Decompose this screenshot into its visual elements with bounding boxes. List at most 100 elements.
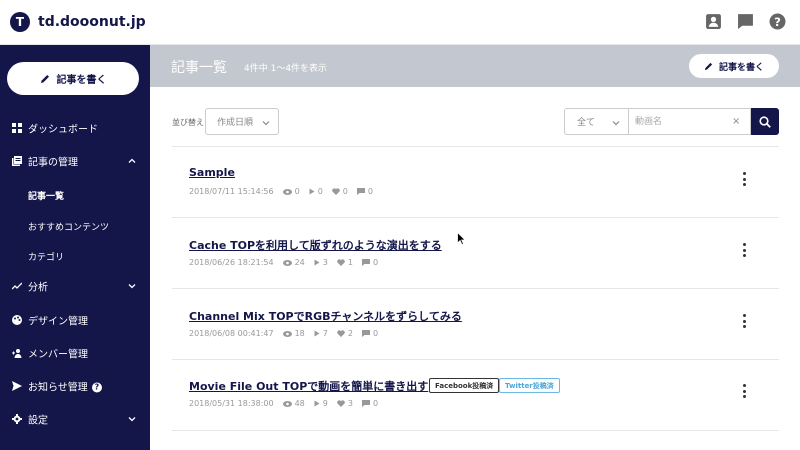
sort-label: 並び替え bbox=[172, 118, 204, 127]
comment-count: 0 bbox=[356, 187, 373, 196]
comment-count-value: 0 bbox=[372, 258, 379, 267]
comment-icon bbox=[361, 259, 370, 266]
divider bbox=[172, 288, 779, 289]
more-options-icon[interactable] bbox=[742, 172, 746, 186]
eye-icon bbox=[282, 400, 292, 407]
sidebar-item-label: お知らせ管理? bbox=[28, 379, 102, 394]
sidebar-item-label: 分析 bbox=[28, 282, 48, 294]
sidebar-item-articles[interactable]: 記事の管理 bbox=[0, 153, 150, 169]
top-bar: T td.dooonut.jp ? bbox=[0, 0, 800, 45]
play-count: 3 bbox=[314, 258, 328, 267]
sidebar-item-analytics[interactable]: 分析 bbox=[0, 278, 150, 294]
article-date: 2018/05/31 18:38:00 bbox=[189, 399, 274, 408]
twitter-posted-badge: Twitter投稿済 bbox=[499, 378, 560, 393]
play-count: 9 bbox=[314, 399, 328, 408]
palette-icon bbox=[12, 315, 22, 325]
article-title-link[interactable]: Movie File Out TOPで動画を簡単に書き出す bbox=[189, 378, 428, 394]
sidebar-item-label: ダッシュボード bbox=[28, 124, 98, 136]
article-date: 2018/06/08 00:41:47 bbox=[189, 329, 274, 338]
site-name: td.dooonut.jp bbox=[38, 14, 146, 30]
mouse-cursor-icon bbox=[457, 232, 466, 245]
article-title-link[interactable]: Channel Mix TOPでRGBチャンネルをずらしてみる bbox=[189, 308, 462, 324]
heart-icon bbox=[337, 400, 345, 407]
sidebar-subitem-recommended[interactable]: おすすめコンテンツ bbox=[28, 220, 109, 233]
sidebar-item-label: メンバー管理 bbox=[28, 349, 88, 361]
site-logo[interactable]: T td.dooonut.jp bbox=[10, 12, 146, 32]
like-count-value: 1 bbox=[347, 258, 353, 267]
view-count: 18 bbox=[282, 329, 305, 338]
members-icon bbox=[12, 349, 22, 358]
heart-icon bbox=[337, 259, 345, 266]
sidebar-item-design[interactable]: デザイン管理 bbox=[0, 312, 150, 328]
comment-icon bbox=[356, 188, 365, 195]
write-article-button-sidebar[interactable]: 記事を書く bbox=[7, 62, 139, 95]
article-meta: 2018/06/08 00:41:47 18 7 2 0 bbox=[189, 329, 378, 338]
like-count-value: 2 bbox=[347, 329, 353, 338]
sort-value: 作成日順 bbox=[217, 118, 254, 128]
play-icon bbox=[314, 400, 320, 407]
view-count: 24 bbox=[282, 258, 305, 267]
divider bbox=[172, 217, 779, 218]
account-icon[interactable] bbox=[705, 13, 722, 30]
write-article-label: 記事を書く bbox=[56, 75, 107, 86]
sidebar-item-members[interactable]: メンバー管理 bbox=[0, 345, 150, 361]
sidebar-item-dashboard[interactable]: ダッシュボード bbox=[0, 120, 150, 136]
article-date: 2018/07/11 15:14:56 bbox=[189, 187, 274, 196]
article-title-link[interactable]: Sample bbox=[189, 166, 235, 179]
article-date: 2018/06/26 18:21:54 bbox=[189, 258, 274, 267]
filter-select[interactable]: 全て bbox=[564, 108, 628, 135]
view-count-value: 0 bbox=[294, 187, 300, 196]
article-meta: 2018/05/31 18:38:00 48 9 3 0 bbox=[189, 399, 378, 408]
view-count-value: 48 bbox=[294, 399, 305, 408]
play-icon bbox=[314, 259, 320, 266]
like-count-value: 0 bbox=[342, 187, 348, 196]
play-count: 0 bbox=[309, 187, 323, 196]
view-count-value: 24 bbox=[294, 258, 305, 267]
chevron-down-icon bbox=[612, 121, 620, 126]
article-title-link[interactable]: Cache TOPを利用して版ずれのような演出をする bbox=[189, 237, 442, 253]
pencil-icon bbox=[704, 62, 713, 70]
sidebar: 記事を書く ダッシュボード 記事の管理 記事一覧 おすすめコンテンツ カテゴリ … bbox=[0, 45, 150, 450]
help-icon[interactable]: ? bbox=[769, 13, 786, 30]
divider bbox=[172, 430, 779, 431]
comment-count-value: 0 bbox=[367, 187, 373, 196]
articles-icon bbox=[12, 156, 22, 166]
play-count-value: 3 bbox=[322, 258, 328, 267]
filter-value: 全て bbox=[577, 118, 596, 128]
more-options-icon[interactable] bbox=[742, 243, 746, 257]
comment-count-value: 0 bbox=[372, 399, 379, 408]
article-row: Channel Mix TOPでRGBチャンネルをずらしてみる 2018/06/… bbox=[172, 308, 779, 378]
write-article-button[interactable]: 記事を書く bbox=[689, 54, 779, 78]
view-count: 0 bbox=[282, 187, 300, 196]
chat-icon[interactable] bbox=[737, 13, 754, 30]
heart-icon bbox=[332, 188, 340, 195]
article-row: Cache TOPを利用して版ずれのような演出をする 2018/06/26 18… bbox=[172, 237, 779, 307]
search-button[interactable] bbox=[751, 108, 779, 135]
play-count-value: 0 bbox=[317, 187, 323, 196]
comment-icon bbox=[361, 400, 370, 407]
grid-icon bbox=[12, 123, 22, 133]
like-count: 1 bbox=[337, 258, 353, 267]
clear-search-icon[interactable]: × bbox=[732, 116, 740, 127]
play-count-value: 7 bbox=[322, 329, 328, 338]
more-options-icon[interactable] bbox=[742, 384, 746, 398]
sidebar-subitem-article-list[interactable]: 記事一覧 bbox=[28, 189, 64, 202]
chevron-down-icon bbox=[128, 284, 136, 289]
sidebar-item-settings[interactable]: 設定 bbox=[0, 411, 150, 427]
article-meta: 2018/06/26 18:21:54 24 3 1 0 bbox=[189, 258, 378, 267]
like-count: 2 bbox=[337, 329, 353, 338]
chevron-down-icon bbox=[262, 121, 270, 126]
heart-icon bbox=[337, 330, 345, 337]
page-title: 記事一覧 bbox=[171, 60, 227, 76]
more-options-icon[interactable] bbox=[742, 314, 746, 328]
chevron-down-icon bbox=[128, 417, 136, 422]
comment-count: 0 bbox=[361, 258, 379, 267]
comment-count: 0 bbox=[361, 329, 378, 338]
eye-icon bbox=[282, 259, 292, 266]
like-count-value: 3 bbox=[347, 399, 353, 408]
sort-select[interactable]: 作成日順 bbox=[205, 108, 279, 135]
help-icon[interactable]: ? bbox=[91, 382, 102, 393]
sidebar-item-notices[interactable]: お知らせ管理? bbox=[0, 378, 150, 394]
sidebar-subitem-category[interactable]: カテゴリ bbox=[28, 250, 64, 263]
sidebar-item-label: 設定 bbox=[28, 415, 48, 427]
